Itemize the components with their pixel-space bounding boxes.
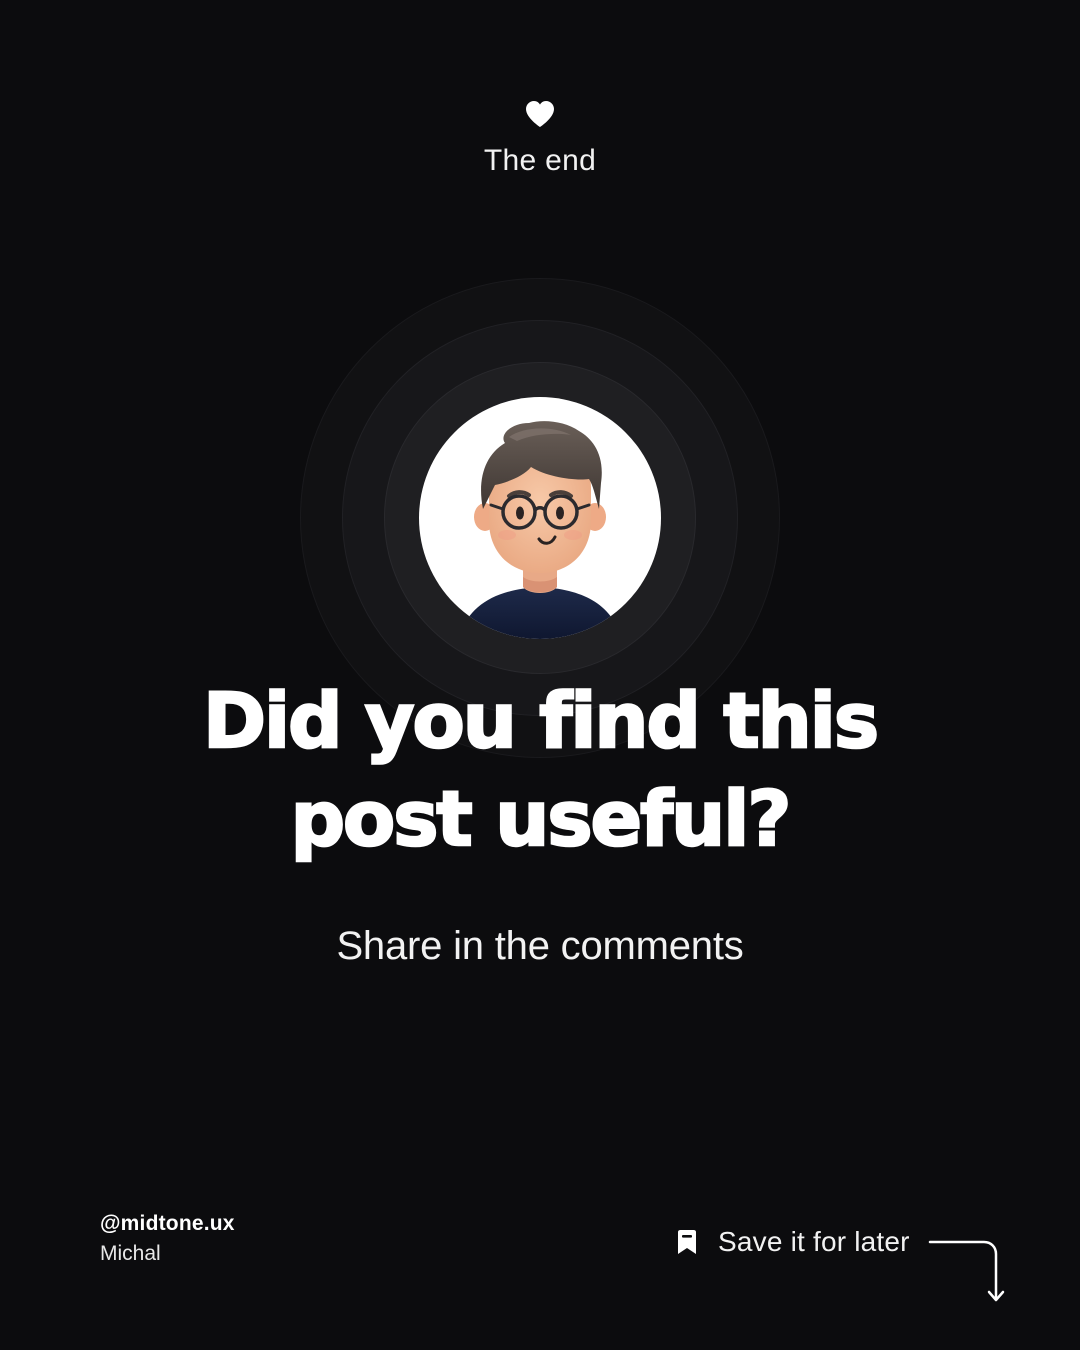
avatar-illustration (459, 421, 621, 639)
author-handle: @midtone.ux (100, 1212, 235, 1235)
headline-line-2: post useful? (289, 773, 792, 865)
author-name: Michal (100, 1242, 161, 1265)
headline: Did you find this post useful? (0, 672, 1080, 868)
avatar (419, 397, 661, 639)
arrow-down-turn-icon (928, 1240, 1005, 1302)
save-for-later[interactable]: Save it for later (676, 1224, 910, 1260)
headline-line-1: Did you find this (202, 675, 881, 767)
heart-icon (526, 101, 554, 127)
subline: Share in the comments (336, 924, 744, 968)
bookmark-icon (678, 1230, 696, 1254)
author-info: @midtone.ux Michal (100, 1212, 235, 1266)
end-slide: The end Did you find this post useful? S… (0, 0, 1080, 1350)
end-header: The end (0, 98, 1080, 178)
end-label: The end (483, 144, 597, 177)
save-label: Save it for later (718, 1226, 910, 1257)
